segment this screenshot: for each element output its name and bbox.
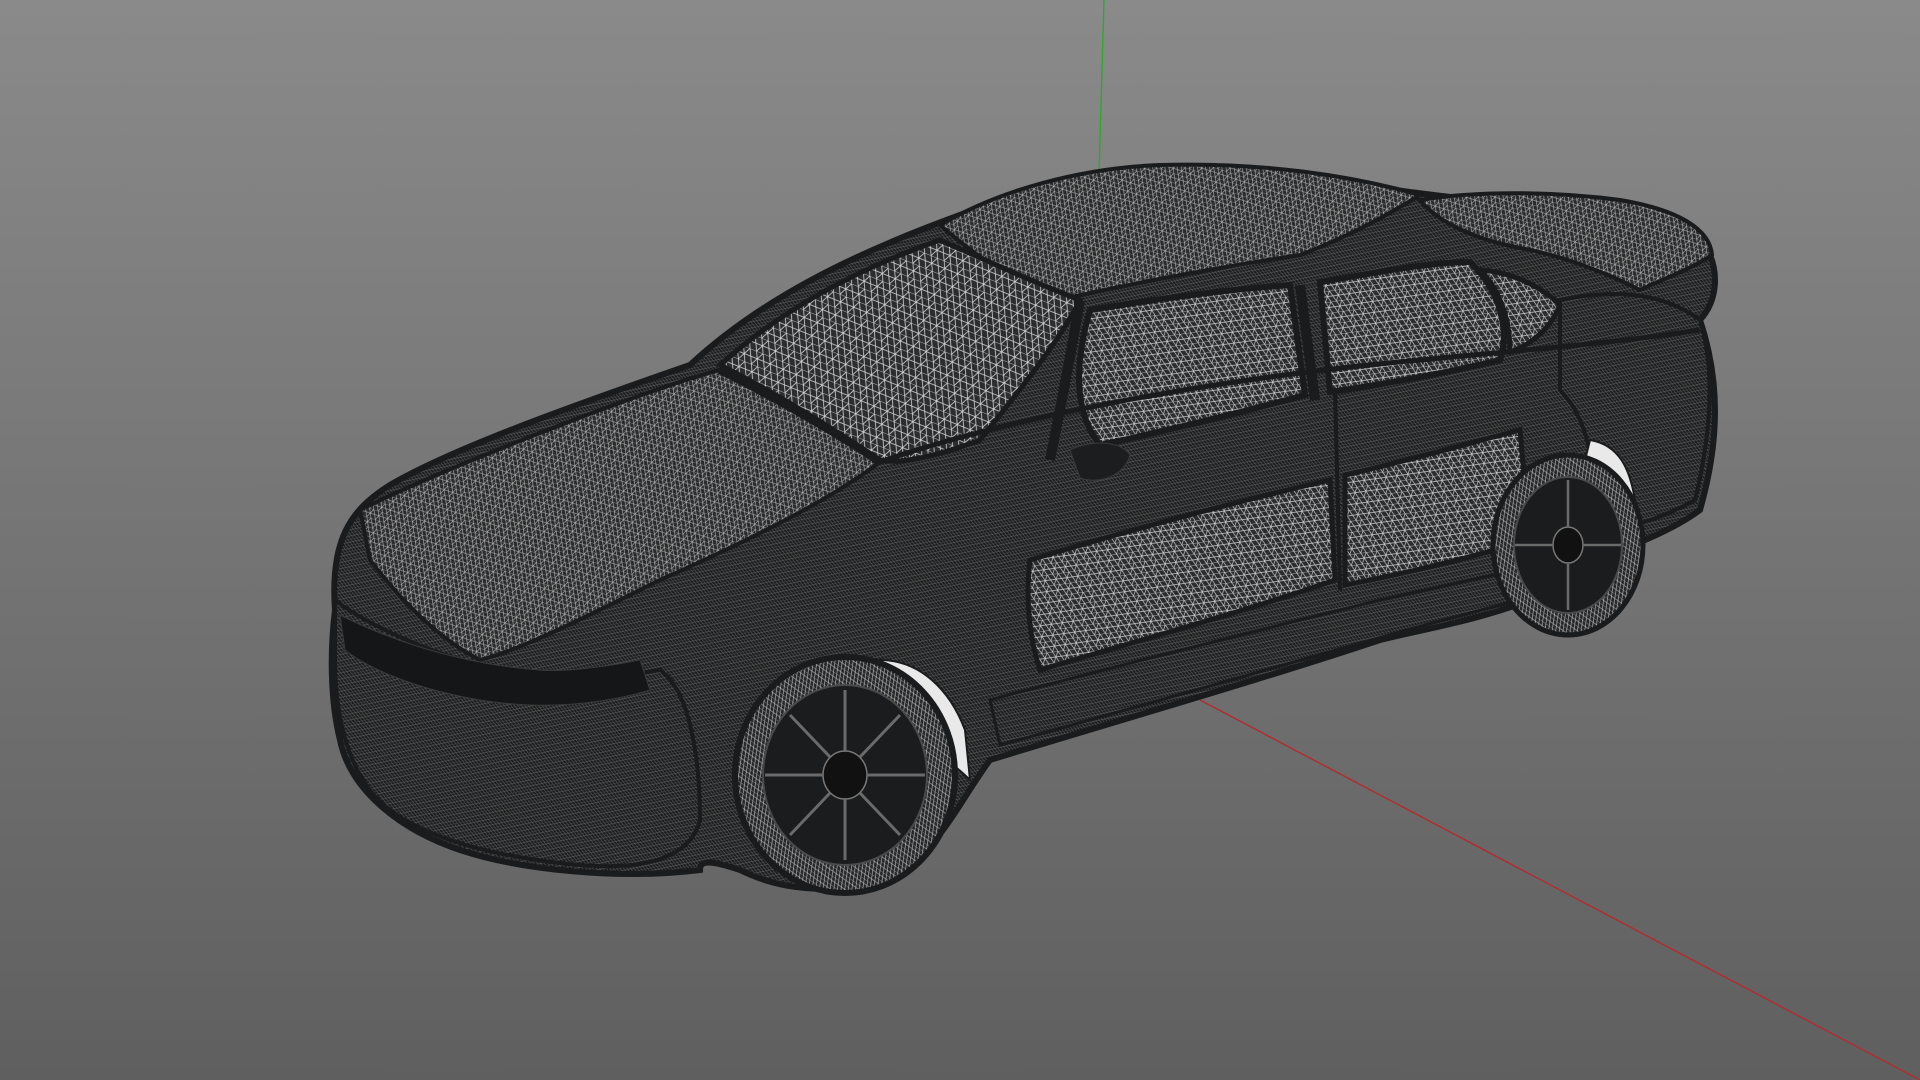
- car-rear-wheel: [1490, 452, 1646, 638]
- 3d-viewport[interactable]: [0, 0, 1920, 1080]
- car-front-wheel: [732, 654, 958, 896]
- front-wheel-hub: [822, 750, 868, 800]
- rear-wheel-hub: [1552, 526, 1584, 564]
- viewport-canvas[interactable]: [0, 0, 1920, 1080]
